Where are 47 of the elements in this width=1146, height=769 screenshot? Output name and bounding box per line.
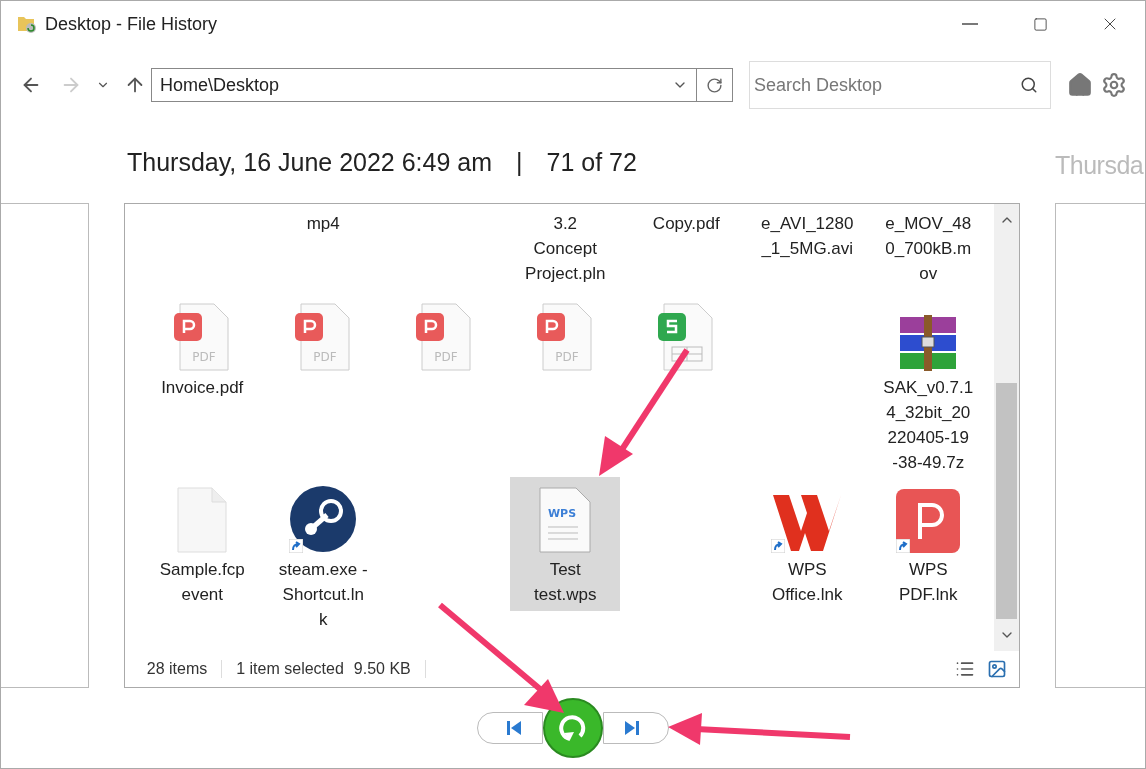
wps-pdf-logo-icon <box>896 489 961 553</box>
file-name: WPS Office.lnk <box>771 559 843 606</box>
scrollbar[interactable] <box>994 204 1020 651</box>
large-icons-view-icon[interactable] <box>987 659 1008 679</box>
selection-size: 9.50 KB <box>353 659 411 679</box>
file-name: e_AVI_1280 _1_5MG.avi <box>761 213 854 260</box>
wps-office-logo-icon <box>771 493 844 553</box>
details-view-icon[interactable] <box>955 659 976 679</box>
shortcut-arrow-icon <box>289 539 304 553</box>
scrollbar-thumb[interactable] <box>996 383 1018 619</box>
file-name: Copy.pdf <box>652 213 720 235</box>
shortcut-arrow-icon <box>771 539 786 553</box>
skip-forward-icon <box>623 721 641 735</box>
wps-document-icon: WPS <box>538 487 593 553</box>
address-field[interactable]: Home\Desktop <box>151 68 733 102</box>
file-name: Test test.wps <box>534 559 597 606</box>
file-name: mp4 <box>306 213 340 235</box>
blank-file-icon <box>176 487 229 553</box>
file-name: Sample.fcp event <box>159 559 245 606</box>
file-name: WPS PDF.lnk <box>898 559 958 606</box>
shortcut-arrow-icon <box>896 539 911 553</box>
steam-logo-icon <box>289 485 358 553</box>
restore-button[interactable] <box>543 698 603 758</box>
file-name: Invoice.pdf <box>161 377 244 399</box>
search-icon <box>1020 76 1038 94</box>
maximize-icon <box>1032 16 1048 32</box>
selection-info: 1 item selected <box>236 659 344 679</box>
file-name: e_MOV_48 0_700kB.m ov <box>885 213 972 285</box>
snapshot-date: Thursday, 16 June 2022 6:49 am <box>127 147 493 179</box>
next-snapshot-date: Thursda <box>1055 150 1144 181</box>
refresh-icon <box>706 76 723 94</box>
separator-text: | <box>516 147 523 179</box>
home-icon[interactable] <box>1067 72 1093 98</box>
search-field[interactable]: Search Desktop <box>749 61 1051 109</box>
window-title: Desktop - File History <box>45 12 218 36</box>
settings-icon[interactable] <box>1101 72 1127 98</box>
file-name: SAK_v0.7.1 4_32bit_20 220405-19 -38-49.7z <box>883 377 974 474</box>
spreadsheet-file-icon <box>658 303 715 371</box>
minimize-icon <box>962 23 978 25</box>
file-name: 3.2 Concept Project.pln <box>525 213 606 285</box>
item-count: 28 items <box>146 659 208 679</box>
folder-history-icon <box>17 14 37 34</box>
file-item[interactable]: WPS Test test.wps <box>510 477 621 611</box>
file-name: steam.exe - Shortcut.ln k <box>278 559 368 631</box>
skip-back-icon <box>505 721 523 735</box>
restore-arrow-icon <box>558 713 588 743</box>
snapshot-position: 71 of 72 <box>546 147 637 179</box>
